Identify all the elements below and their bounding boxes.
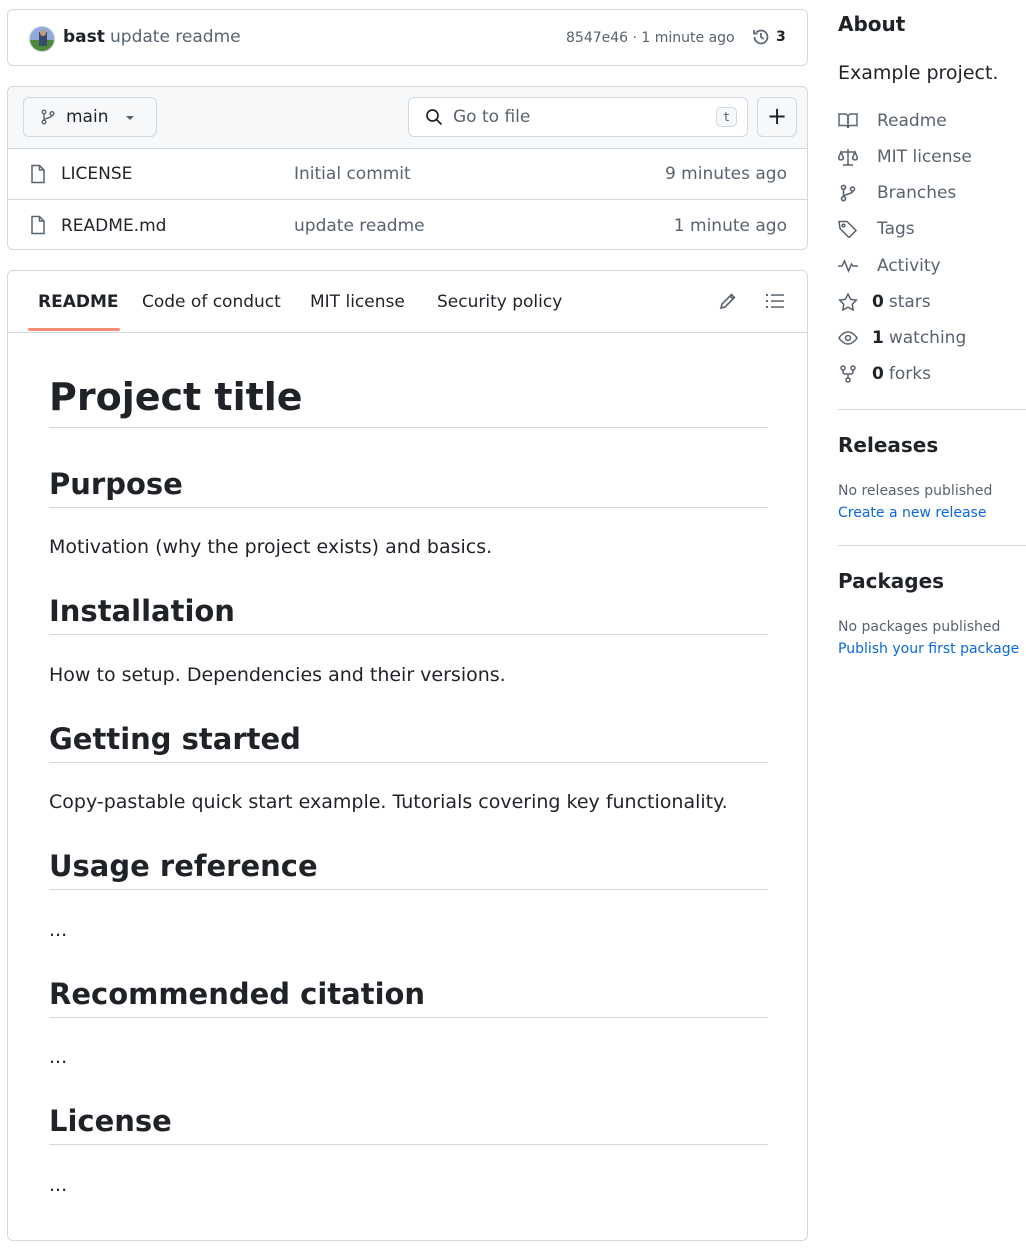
sidebar-item-stars[interactable]: 0 stars — [838, 292, 931, 312]
file-icon — [31, 215, 45, 235]
branch-icon — [41, 109, 55, 125]
file-icon — [31, 164, 45, 184]
count: 1 — [872, 328, 884, 348]
go-to-file-input[interactable]: Go to file t — [408, 97, 748, 137]
pulse-icon — [838, 259, 858, 273]
sidebar-item-label: watching — [888, 328, 967, 348]
readme-heading: License — [49, 1104, 768, 1145]
readme-heading: Recommended citation — [49, 977, 768, 1018]
commit-hash-time[interactable]: 8547e46 · 1 minute ago — [566, 30, 735, 46]
sidebar-item-license[interactable]: MIT license — [838, 147, 972, 167]
file-name[interactable]: LICENSE — [61, 164, 132, 184]
file-row[interactable]: README.md update readme 1 minute ago — [8, 200, 807, 251]
count: 0 — [872, 364, 884, 384]
star-icon — [838, 293, 858, 311]
sidebar-item-branches[interactable]: Branches — [838, 183, 956, 203]
readme-tabs: README Code of conduct MIT license Secur… — [8, 271, 807, 333]
sidebar-item-label: MIT license — [877, 147, 972, 167]
go-to-file-placeholder: Go to file — [453, 107, 531, 127]
about-heading: About — [838, 12, 906, 36]
file-commit-message[interactable]: Initial commit — [294, 164, 411, 184]
file-commit-time: 9 minutes ago — [664, 164, 787, 184]
branch-icon — [840, 184, 856, 202]
readme-paragraph: ... — [49, 1046, 68, 1068]
divider — [838, 545, 1026, 546]
sidebar-item-label: Branches — [877, 183, 957, 203]
tab-mit-license[interactable]: MIT license — [310, 292, 405, 312]
sidebar-item-forks[interactable]: 0 forks — [838, 364, 931, 384]
publish-package-link[interactable]: Publish your first package — [838, 641, 1019, 657]
active-tab-indicator — [28, 328, 120, 331]
pencil-icon[interactable] — [718, 291, 738, 311]
releases-empty-text: No releases published — [838, 483, 993, 499]
count: 0 — [872, 292, 884, 312]
avatar[interactable] — [29, 26, 55, 52]
sidebar-item-activity[interactable]: Activity — [838, 256, 941, 276]
readme-paragraph: ... — [49, 1174, 68, 1196]
sidebar-item-readme[interactable]: Readme — [838, 111, 947, 131]
branch-name: main — [66, 107, 109, 127]
releases-heading[interactable]: Releases — [838, 433, 938, 457]
packages-empty-text: No packages published — [838, 619, 1001, 635]
readme-paragraph: ... — [49, 919, 68, 941]
sidebar-item-tags[interactable]: Tags — [838, 219, 915, 239]
readme-heading: Usage reference — [49, 849, 768, 890]
latest-commit-bar: bast update readme 8547e46 · 1 minute ag… — [7, 9, 808, 66]
fork-icon — [840, 365, 856, 383]
chevron-down-icon — [126, 116, 134, 120]
readme-heading: Purpose — [49, 467, 768, 508]
search-icon — [426, 109, 443, 126]
file-browser: main Go to file t + LICENSE Initial comm… — [7, 86, 808, 250]
readme-paragraph: Motivation (why the project exists) and … — [49, 536, 493, 558]
eye-icon — [838, 331, 858, 345]
sidebar-item-label: forks — [888, 364, 931, 384]
file-commit-message[interactable]: update readme — [294, 216, 425, 236]
tag-icon — [838, 220, 858, 238]
file-name[interactable]: README.md — [61, 216, 166, 236]
commit-author[interactable]: bast — [63, 27, 105, 47]
law-icon — [838, 149, 858, 166]
tab-code-of-conduct[interactable]: Code of conduct — [142, 292, 281, 312]
readme-paragraph: How to setup. Dependencies and their ver… — [49, 664, 506, 686]
readme-paragraph: Copy-pastable quick start example. Tutor… — [49, 791, 728, 813]
packages-heading[interactable]: Packages — [838, 569, 944, 593]
sidebar-item-label: stars — [888, 292, 931, 312]
commit-history-button[interactable]: 3 — [751, 27, 786, 47]
repo-description: Example project. — [838, 62, 999, 84]
readme-heading: Getting started — [49, 722, 768, 763]
book-icon — [838, 113, 858, 129]
file-row[interactable]: LICENSE Initial commit 9 minutes ago — [8, 149, 807, 200]
readme-panel: README Code of conduct MIT license Secur… — [7, 270, 808, 1241]
commit-message[interactable]: update readme — [110, 27, 241, 47]
commit-count: 3 — [776, 29, 786, 45]
tab-readme[interactable]: README — [38, 292, 119, 312]
file-toolbar: main Go to file t + — [8, 87, 807, 149]
branch-selector[interactable]: main — [23, 97, 157, 137]
create-release-link[interactable]: Create a new release — [838, 505, 986, 521]
file-commit-time: 1 minute ago — [673, 215, 787, 236]
add-file-button[interactable]: + — [757, 97, 797, 137]
list-icon[interactable] — [765, 291, 785, 311]
sidebar-item-watching[interactable]: 1 watching — [838, 328, 966, 348]
divider — [838, 409, 1026, 410]
sidebar-item-label: Readme — [877, 111, 947, 131]
sidebar-item-label: Tags — [877, 219, 915, 239]
sidebar-item-label: Activity — [877, 256, 941, 276]
shortcut-key: t — [716, 107, 737, 127]
history-icon — [753, 29, 769, 45]
readme-heading: Installation — [49, 594, 768, 635]
tab-security-policy[interactable]: Security policy — [437, 292, 562, 312]
readme-title: Project title — [49, 375, 768, 428]
